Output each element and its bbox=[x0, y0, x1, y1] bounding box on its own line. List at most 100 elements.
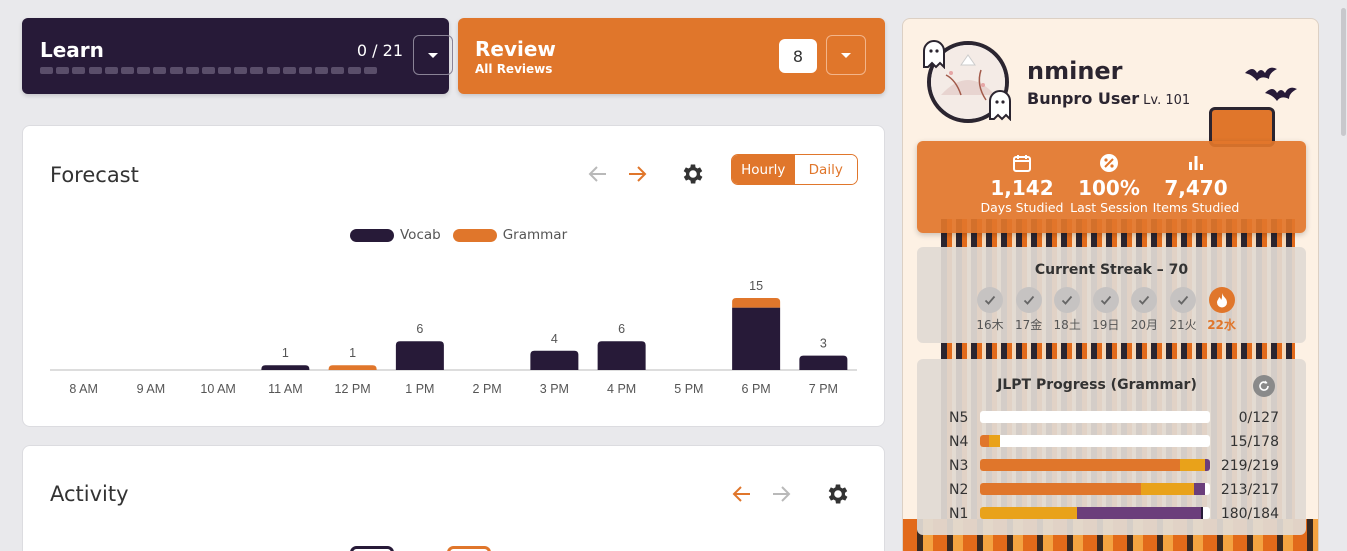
data-label: 4 bbox=[551, 332, 558, 346]
x-tick-label: 8 AM bbox=[69, 382, 98, 396]
streak-title: Current Streak – 70 bbox=[1034, 262, 1189, 278]
rank-label: Bunpro User bbox=[1027, 89, 1140, 108]
learn-progress-dot bbox=[40, 67, 53, 74]
page-scrollbar[interactable] bbox=[1340, 0, 1347, 551]
bar-vocab[interactable] bbox=[732, 307, 781, 370]
data-label: 15 bbox=[749, 279, 763, 293]
streak-days: 16木 17金 18土 19日 20月 21火 22水 bbox=[976, 287, 1236, 333]
jlpt-progress-bar bbox=[980, 483, 1210, 495]
activity-title: Activity bbox=[50, 482, 129, 506]
chevron-down-icon bbox=[428, 52, 438, 58]
stat-value: 7,470 bbox=[1164, 176, 1228, 200]
jlpt-progress-segment bbox=[1200, 507, 1204, 519]
jlpt-level-label: N3 bbox=[949, 458, 969, 474]
fire-icon bbox=[1208, 287, 1235, 313]
learn-progress-dot bbox=[169, 67, 183, 74]
jlpt-progress-segment bbox=[1193, 483, 1206, 495]
bar-vocab[interactable] bbox=[597, 341, 646, 370]
learn-progress-dot bbox=[104, 67, 118, 74]
bar-grammar[interactable] bbox=[328, 365, 377, 370]
jlpt-progress-card: JLPT Progress (Grammar) N5 0/127 N4 15/178 N… bbox=[917, 359, 1306, 535]
bar-vocab[interactable] bbox=[395, 341, 444, 370]
streak-day-label: 22水 bbox=[1207, 318, 1236, 332]
x-tick-label: 6 PM bbox=[742, 382, 771, 396]
jlpt-progress-bar bbox=[980, 435, 1210, 447]
streak-card: Current Streak – 70 16木 17金 18土 19日 20月 21火 22… bbox=[917, 247, 1306, 343]
jlpt-row-n3[interactable]: N3 219/219 bbox=[949, 457, 1279, 475]
ghost-icon bbox=[989, 90, 1011, 121]
learn-progress-dot bbox=[137, 67, 151, 74]
x-tick-label: 5 PM bbox=[674, 382, 703, 396]
data-label: 6 bbox=[416, 322, 423, 336]
learn-card[interactable]: Learn 0 / 21 bbox=[22, 18, 453, 94]
username: nminer bbox=[1027, 57, 1123, 85]
review-card[interactable]: Review All Reviews 8 bbox=[458, 18, 885, 94]
bar-vocab[interactable] bbox=[799, 355, 848, 370]
streak-day-label: 19日 bbox=[1092, 318, 1120, 332]
jlpt-progress-segment bbox=[980, 483, 1141, 495]
streak-day: 17金 bbox=[1015, 287, 1042, 333]
learn-progress-dot bbox=[185, 67, 199, 74]
percent-icon bbox=[1100, 154, 1118, 172]
jlpt-row-n5[interactable]: N5 0/127 bbox=[949, 409, 1279, 427]
jlpt-progress-segment bbox=[989, 435, 1000, 447]
review-count-badge: 8 bbox=[779, 39, 817, 73]
legend-swatch-grammar bbox=[447, 546, 491, 551]
learn-progress-dot bbox=[72, 67, 86, 74]
bar-vocab[interactable] bbox=[530, 350, 579, 370]
jlpt-row-n1[interactable]: N1 180/184 bbox=[949, 505, 1279, 523]
learn-progress-dot bbox=[363, 67, 377, 74]
arrow-left-icon[interactable] bbox=[730, 482, 754, 506]
review-title: Review bbox=[475, 37, 556, 61]
check-icon bbox=[1169, 287, 1196, 313]
jlpt-count: 0/127 bbox=[1238, 410, 1279, 426]
arrow-right-icon[interactable] bbox=[769, 482, 793, 506]
jlpt-count: 213/217 bbox=[1220, 482, 1279, 498]
learn-progress-dot bbox=[266, 67, 280, 74]
learn-dropdown-button[interactable] bbox=[413, 35, 453, 75]
learn-progress-dot bbox=[88, 67, 102, 74]
check-icon bbox=[1131, 287, 1158, 313]
jlpt-count: 180/184 bbox=[1220, 506, 1279, 522]
stat-label: Items Studied bbox=[1152, 200, 1240, 215]
forecast-chart: 8 AM 9 AM 10 AM 1 11 AM 1 12 PM 6 1 PM 2 PM 4 3 PM 6… bbox=[50, 279, 857, 396]
bar-vocab[interactable] bbox=[261, 365, 310, 370]
streak-day: 20月 bbox=[1131, 287, 1158, 333]
jlpt-count: 15/178 bbox=[1229, 434, 1279, 450]
jlpt-progress-bar bbox=[980, 459, 1210, 471]
stat-items-studied: 7,470 Items Studied bbox=[1141, 153, 1251, 215]
streak-day: 21火 bbox=[1169, 287, 1197, 333]
scrollbar-thumb[interactable] bbox=[1341, 8, 1346, 136]
learn-progress-dot bbox=[250, 67, 264, 74]
learn-progress-dot bbox=[234, 67, 248, 74]
check-icon bbox=[977, 287, 1003, 313]
jlpt-row-n2[interactable]: N2 213/217 bbox=[949, 481, 1279, 499]
jlpt-level-label: N2 bbox=[949, 482, 969, 498]
check-icon bbox=[1092, 287, 1119, 313]
bar-grammar[interactable] bbox=[732, 298, 781, 308]
jlpt-progress-segment bbox=[1205, 459, 1210, 471]
jlpt-level-label: N5 bbox=[949, 410, 969, 426]
bats-icon bbox=[1245, 67, 1297, 101]
chevron-down-icon bbox=[841, 52, 851, 58]
jlpt-row-n4[interactable]: N4 15/178 bbox=[949, 433, 1279, 451]
review-dropdown-button[interactable] bbox=[826, 35, 866, 75]
jlpt-title: JLPT Progress (Grammar) bbox=[997, 377, 1197, 393]
jlpt-level-label: N1 bbox=[949, 506, 969, 522]
streak-day: 18土 bbox=[1054, 287, 1081, 333]
review-subtitle: All Reviews bbox=[475, 62, 553, 76]
learn-progress-dot bbox=[315, 67, 329, 74]
streak-day-label: 20月 bbox=[1130, 318, 1159, 332]
refresh-button[interactable] bbox=[1253, 375, 1275, 397]
forecast-panel: Forecast Hourly Daily Vocab Grammar 8 AM… bbox=[22, 125, 885, 427]
gear-icon[interactable] bbox=[825, 481, 851, 507]
learn-progress-dot bbox=[201, 67, 215, 74]
legend-swatch-vocab bbox=[350, 546, 394, 551]
learn-progress-dot bbox=[282, 67, 296, 74]
ghost-icon bbox=[923, 40, 945, 69]
streak-day: 19日 bbox=[1092, 287, 1119, 333]
jlpt-progress-segment bbox=[1076, 507, 1201, 519]
streak-day-label: 17金 bbox=[1014, 318, 1043, 332]
jlpt-progress-segment bbox=[980, 435, 990, 447]
learn-title: Learn bbox=[40, 38, 104, 62]
